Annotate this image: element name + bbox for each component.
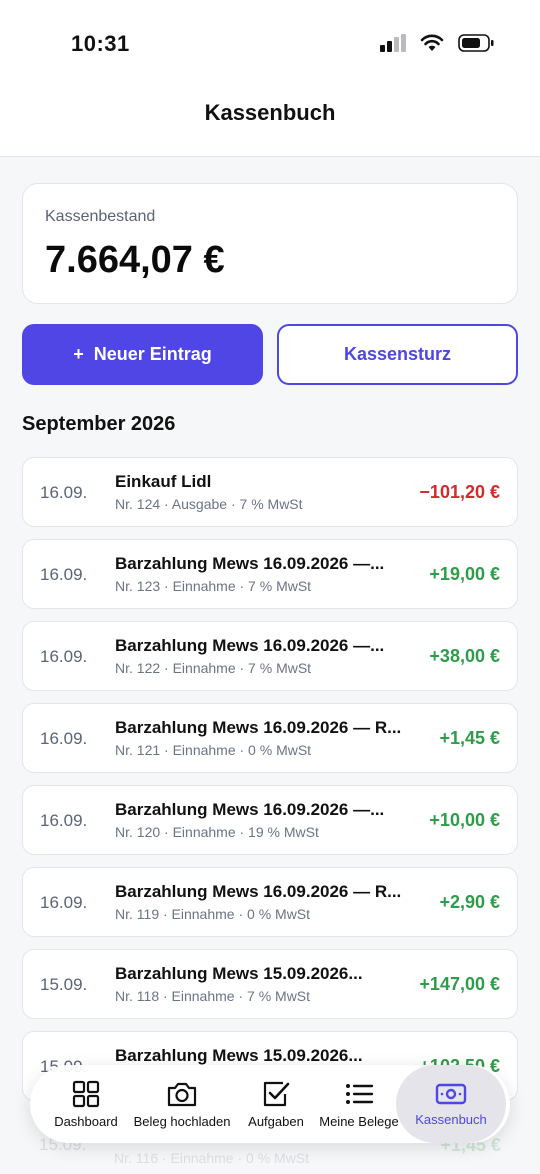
entry-title: Barzahlung Mews 16.09.2026 — R... [115, 882, 402, 901]
tab-cashbook[interactable]: Kassenbuch [396, 1065, 506, 1143]
plus-icon: + [73, 344, 84, 364]
signal-icon [380, 34, 406, 52]
wifi-icon [420, 34, 444, 51]
entry-date: 16.09. [40, 729, 88, 748]
entry-amount: +147,00 € [419, 974, 500, 994]
new-entry-button[interactable]: + Neuer Eintrag [22, 324, 263, 385]
entry-meta: Nr. 123 · Einnahme · 7 % MwSt [115, 578, 312, 594]
entry-title: Barzahlung Mews 15.09.2026... [115, 964, 363, 983]
new-entry-label: Neuer Eintrag [93, 344, 212, 364]
entry-meta: Nr. 118 · Einnahme · 7 % MwSt [115, 988, 311, 1004]
balance-label: Kassenbestand [45, 208, 156, 225]
cash-icon [435, 1083, 467, 1104]
entry-date: 16.09. [40, 893, 88, 912]
grid-icon [72, 1080, 100, 1107]
cash-count-label: Kassensturz [343, 344, 452, 364]
entry-list: 16.09. Einkauf Lidl Nr. 124 · Ausgabe · … [22, 457, 518, 1113]
tab-bar: Dashboard Beleg hochladen Aufgaben Meine… [30, 1065, 510, 1143]
entry-meta: Nr. 116 · Einnahme · 0 % MwSt [114, 1150, 310, 1166]
entry-title: Barzahlung Mews 16.09.2026 —... [115, 554, 385, 573]
tab-tasks[interactable]: Aufgaben [236, 1065, 316, 1143]
entry-row[interactable]: 16.09. Barzahlung Mews 16.09.2026 — R...… [22, 703, 518, 773]
tab-label: Meine Belege [319, 1113, 399, 1129]
list-icon [346, 1083, 374, 1104]
status-time: 10:31 [71, 31, 130, 56]
entry-row[interactable]: 16.09. Barzahlung Mews 16.09.2026 —... N… [22, 785, 518, 855]
entry-title: Barzahlung Mews 15.09.2026... [115, 1046, 363, 1065]
entry-date: 16.09. [40, 483, 88, 502]
entry-row[interactable]: 16.09. Barzahlung Mews 16.09.2026 — R...… [22, 867, 518, 937]
tab-label: Dashboard [54, 1113, 118, 1129]
cash-count-button[interactable]: Kassensturz [277, 324, 518, 385]
entry-amount: +38,00 € [429, 646, 500, 666]
tab-label: Beleg hochladen [133, 1113, 231, 1129]
entry-title: Barzahlung Mews 16.09.2026 —... [115, 800, 385, 819]
entry-meta: Nr. 122 · Einnahme · 7 % MwSt [115, 660, 312, 676]
entry-date: 16.09. [40, 565, 88, 584]
tab-label: Aufgaben [248, 1113, 304, 1129]
entry-title: Einkauf Lidl [115, 472, 212, 491]
page-title: Kassenbuch [204, 100, 336, 125]
tab-label: Kassenbuch [415, 1111, 487, 1127]
entry-meta: Nr. 119 · Einnahme · 0 % MwSt [115, 906, 311, 922]
entry-amount: +10,00 € [429, 810, 500, 830]
entry-row[interactable]: 16.09. Barzahlung Mews 16.09.2026 —... N… [22, 539, 518, 609]
tab-dashboard[interactable]: Dashboard [42, 1065, 130, 1143]
entry-amount: +2,90 € [439, 892, 500, 912]
entry-meta: Nr. 120 · Einnahme · 19 % MwSt [115, 824, 319, 840]
entry-amount: +1,45 € [439, 728, 500, 748]
entry-row[interactable]: 15.09. Barzahlung Mews 15.09.2026... Nr.… [22, 949, 518, 1019]
entry-amount: −101,20 € [419, 482, 500, 502]
entry-meta: Nr. 121 · Einnahme · 0 % MwSt [115, 742, 312, 758]
tab-my-receipts[interactable]: Meine Belege [314, 1065, 404, 1143]
entry-meta: Nr. 124 · Ausgabe · 7 % MwSt [115, 496, 303, 512]
balance-card: Kassenbestand 7.664,07 € [22, 183, 518, 304]
camera-icon [167, 1082, 197, 1106]
entry-date: 15.09. [40, 975, 88, 994]
month-header: September 2026 [22, 413, 176, 435]
tab-upload[interactable]: Beleg hochladen [126, 1065, 238, 1143]
status-bar: 10:31 [0, 0, 540, 88]
entry-date: 16.09. [40, 647, 88, 666]
entry-row[interactable]: 16.09. Einkauf Lidl Nr. 124 · Ausgabe · … [22, 457, 518, 527]
entry-row[interactable]: 16.09. Barzahlung Mews 16.09.2026 —... N… [22, 621, 518, 691]
entry-date: 16.09. [40, 811, 88, 830]
balance-amount: 7.664,07 € [45, 239, 225, 281]
status-icons [380, 34, 494, 52]
entry-title: Barzahlung Mews 16.09.2026 — R... [115, 718, 402, 737]
entry-amount: +19,00 € [429, 564, 500, 584]
checkbox-icon [263, 1081, 290, 1106]
battery-icon [458, 34, 494, 52]
entry-title: Barzahlung Mews 16.09.2026 —... [115, 636, 385, 655]
